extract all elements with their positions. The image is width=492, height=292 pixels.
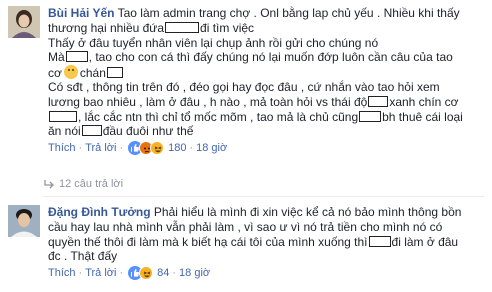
comment-text: đi làm ở đâu xyxy=(391,234,459,249)
comment-text: quyền thế thôi đi làm mà k biết hạ cái t… xyxy=(48,234,368,249)
comment-text: cơ xyxy=(48,66,62,81)
comment-text: Có sđt , thông tin trên đó , đéo gọi hay… xyxy=(48,79,440,94)
grinning-emoji-icon xyxy=(63,65,78,80)
comment-text: cầu hay lau nhà mình vẫn phải làm , vì s… xyxy=(48,219,443,234)
redacted-box xyxy=(165,21,200,33)
comment-text: bh thuê cái loại xyxy=(382,109,463,124)
comment-text: ăn nói xyxy=(48,124,81,139)
redacted-box xyxy=(81,125,102,137)
redacted-box xyxy=(368,235,391,247)
redacted-box xyxy=(359,110,382,122)
redacted-box xyxy=(106,67,123,79)
comment-text: đc . Thật đấy xyxy=(48,249,118,264)
comment-text: thương hại nhiều đứa xyxy=(48,20,165,35)
reply-arrow-icon xyxy=(43,179,55,189)
comment-text: xanh chín cơ xyxy=(389,94,459,109)
reactions[interactable] xyxy=(128,266,154,281)
reaction-count[interactable]: 180 xyxy=(168,142,186,154)
like-link[interactable]: Thích xyxy=(48,142,76,154)
haha-reaction-icon xyxy=(150,141,165,156)
comment-text: Tao làm admin trang chợ . Onl bằng lap c… xyxy=(117,6,460,20)
like-link[interactable]: Thích xyxy=(48,267,76,279)
timestamp-link[interactable]: 18 giờ xyxy=(196,142,227,154)
comment-text: , lắc cắc ntn thì chỉ tổ mốc mõm , tao m… xyxy=(78,109,359,124)
comment-actions: Thích · Trả lời · 84 · 18 giờ xyxy=(48,266,211,281)
comment-text: đầu đuôi như thế xyxy=(102,124,194,139)
view-replies[interactable]: 12 câu trả lời xyxy=(43,178,123,190)
avatar[interactable] xyxy=(8,205,40,237)
comment-text: đi tìm việc xyxy=(200,20,255,35)
comment-author[interactable]: Đặng Đình Tưởng xyxy=(48,205,151,219)
comment-text: Phải hiểu là mình đi xin việc kể cả nó b… xyxy=(153,205,462,219)
timestamp-link[interactable]: 18 giờ xyxy=(179,267,210,279)
reply-link[interactable]: Trả lời xyxy=(85,142,116,154)
reactions[interactable] xyxy=(128,141,165,156)
replies-label[interactable]: 12 câu trả lời xyxy=(59,178,123,190)
comment-text: lương bao nhiêu , làm ở đâu , h nào , mả… xyxy=(48,94,368,109)
reply-link[interactable]: Trả lời xyxy=(85,267,116,279)
divider xyxy=(43,196,484,197)
comment-actions: Thích · Trả lời · 180 · 18 giờ xyxy=(48,141,228,156)
redacted-box xyxy=(368,95,389,107)
comment-author[interactable]: Bùi Hải Yến xyxy=(48,6,114,20)
comment-text: Thấy ở đâu tuyển nhân viên lại chụp ảnh … xyxy=(48,35,379,50)
comment-text: , tao cho con cá thì đấy chúng nó lại mu… xyxy=(88,50,453,65)
redacted-box xyxy=(49,110,77,122)
haha-reaction-icon xyxy=(139,266,154,281)
comment-text: Mà xyxy=(48,50,65,65)
comment-text: chán xyxy=(79,66,106,81)
avatar[interactable] xyxy=(8,6,40,38)
reaction-count[interactable]: 84 xyxy=(157,267,169,279)
redacted-box xyxy=(65,51,88,63)
